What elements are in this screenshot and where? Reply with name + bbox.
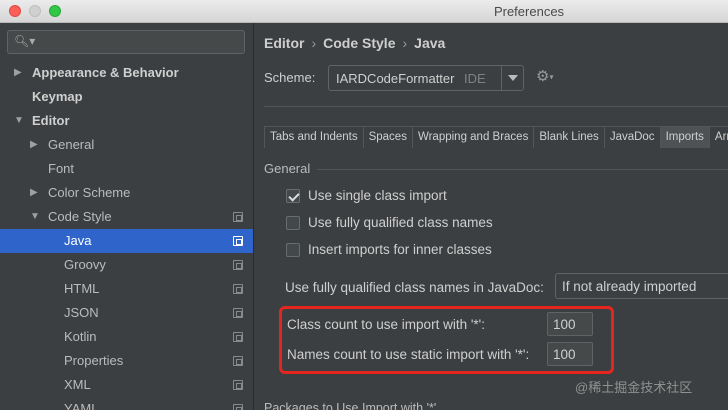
sidebar-item-label: Editor: [32, 113, 70, 128]
scheme-value: IARDCodeFormatter: [336, 71, 455, 86]
title-bar: Preferences: [0, 0, 728, 23]
checkbox[interactable]: [286, 243, 300, 257]
checkbox[interactable]: [286, 189, 300, 203]
sidebar-item-java[interactable]: Java: [0, 229, 253, 253]
tab-javadoc[interactable]: JavaDoc: [603, 126, 661, 148]
tab-imports[interactable]: Imports: [659, 126, 710, 148]
tab-blank-lines[interactable]: Blank Lines: [533, 126, 605, 148]
scheme-label: Scheme:: [264, 70, 316, 85]
scheme-tag: IDE: [464, 71, 486, 86]
sidebar-item-xml[interactable]: XML: [0, 373, 253, 397]
tab-wrapping-and-braces[interactable]: Wrapping and Braces: [411, 126, 535, 148]
breadcrumb-item: Java: [414, 35, 446, 51]
javadoc-select[interactable]: If not already imported: [555, 273, 728, 299]
expand-right-icon[interactable]: ▶: [30, 133, 38, 157]
sidebar-item-editor[interactable]: ▼ Editor: [0, 109, 253, 133]
chevron-right-icon: ›: [402, 35, 408, 51]
search-input[interactable]: [36, 33, 236, 51]
copy-settings-icon: [233, 212, 243, 222]
sidebar-item-label: Kotlin: [64, 329, 97, 344]
sidebar-item-label: Keymap: [32, 89, 83, 104]
chevron-down-icon[interactable]: [501, 66, 523, 90]
section-title-packages: Packages to Use Import with '*': [264, 401, 437, 410]
sidebar-item-yaml[interactable]: YAML: [0, 397, 253, 410]
javadoc-select-value: If not already imported: [562, 279, 697, 294]
breadcrumb-item: Code Style: [323, 35, 396, 51]
copy-settings-icon: [233, 380, 243, 390]
sidebar-item-label: General: [48, 137, 95, 152]
settings-tree: ▶ Appearance & Behavior Keymap ▼ Editor ▶ Gene…: [0, 61, 253, 410]
sidebar-item-general[interactable]: ▶ General: [0, 133, 253, 157]
copy-settings-icon: [233, 308, 243, 318]
breadcrumb-item: Editor: [264, 35, 305, 51]
sidebar-item-label: Java: [64, 233, 92, 248]
expand-right-icon[interactable]: ▶: [14, 61, 22, 85]
sidebar-item-label: Properties: [64, 353, 124, 368]
expand-down-icon[interactable]: ▼: [14, 109, 24, 133]
sidebar-item-label: XML: [64, 377, 91, 392]
tab-arr[interactable]: Arr: [708, 126, 728, 148]
expand-down-icon[interactable]: ▼: [30, 205, 40, 229]
search-icon: 🔍︎▾: [14, 34, 36, 48]
checkbox[interactable]: [286, 216, 300, 230]
copy-settings-icon: [233, 332, 243, 342]
sidebar-item-properties[interactable]: Properties: [0, 349, 253, 373]
sidebar-item-html[interactable]: HTML: [0, 277, 253, 301]
scheme-select[interactable]: IARDCodeFormatter IDE: [328, 65, 524, 91]
section-title-general: General: [264, 161, 311, 176]
copy-settings-icon: [233, 356, 243, 366]
sidebar-item-appearance-behavior[interactable]: ▶ Appearance & Behavior: [0, 61, 253, 85]
sidebar-item-label: HTML: [64, 281, 100, 296]
highlight-annotation: [279, 306, 614, 374]
settings-main-panel: Editor › Code Style › Java Scheme: IARDCodeF…: [255, 23, 728, 410]
copy-settings-icon: [233, 260, 243, 270]
chevron-right-icon: ›: [311, 35, 317, 51]
sidebar-item-label: JSON: [64, 305, 99, 320]
watermark: @稀土掘金技术社区: [575, 380, 693, 395]
sidebar-item-keymap[interactable]: Keymap: [0, 85, 253, 109]
sidebar-item-groovy[interactable]: Groovy: [0, 253, 253, 277]
sidebar-item-label: Color Scheme: [48, 185, 131, 200]
tab-spaces[interactable]: Spaces: [362, 126, 413, 148]
breadcrumb: Editor › Code Style › Java: [264, 35, 445, 51]
checkbox-label: Use single class import: [308, 188, 447, 203]
divider: [317, 169, 728, 170]
settings-search[interactable]: 🔍︎▾: [7, 30, 245, 54]
gear-icon[interactable]: ⚙▾: [536, 67, 553, 85]
copy-settings-icon: [233, 404, 243, 410]
divider: [264, 106, 728, 107]
sidebar-item-json[interactable]: JSON: [0, 301, 253, 325]
tab-strip: Tabs and Indents Spaces Wrapping and Brace…: [264, 126, 728, 148]
settings-sidebar: 🔍︎▾ ▶ Appearance & Behavior Keymap ▼ Editor ▶…: [0, 23, 254, 410]
sidebar-item-label: Font: [48, 161, 75, 176]
copy-settings-icon: [233, 236, 243, 246]
sidebar-item-label: Appearance & Behavior: [32, 65, 179, 80]
sidebar-item-kotlin[interactable]: Kotlin: [0, 325, 253, 349]
checkbox-label: Insert imports for inner classes: [308, 242, 492, 257]
sidebar-item-label: YAML: [64, 401, 99, 410]
sidebar-item-label: Code Style: [48, 209, 112, 224]
sidebar-item-font[interactable]: Font: [0, 157, 253, 181]
expand-right-icon[interactable]: ▶: [30, 181, 38, 205]
sidebar-item-code-style[interactable]: ▼ Code Style: [0, 205, 253, 229]
sidebar-item-color-scheme[interactable]: ▶ Color Scheme: [0, 181, 253, 205]
imports-tab-content: General Use single class import Use full…: [255, 149, 728, 410]
checkbox-label: Use fully qualified class names: [308, 215, 493, 230]
sidebar-item-label: Groovy: [64, 257, 106, 272]
window-title: Preferences: [493, 4, 565, 19]
tab-tabs-and-indents[interactable]: Tabs and Indents: [264, 126, 364, 148]
copy-settings-icon: [233, 284, 243, 294]
javadoc-label: Use fully qualified class names in JavaD…: [285, 280, 544, 295]
